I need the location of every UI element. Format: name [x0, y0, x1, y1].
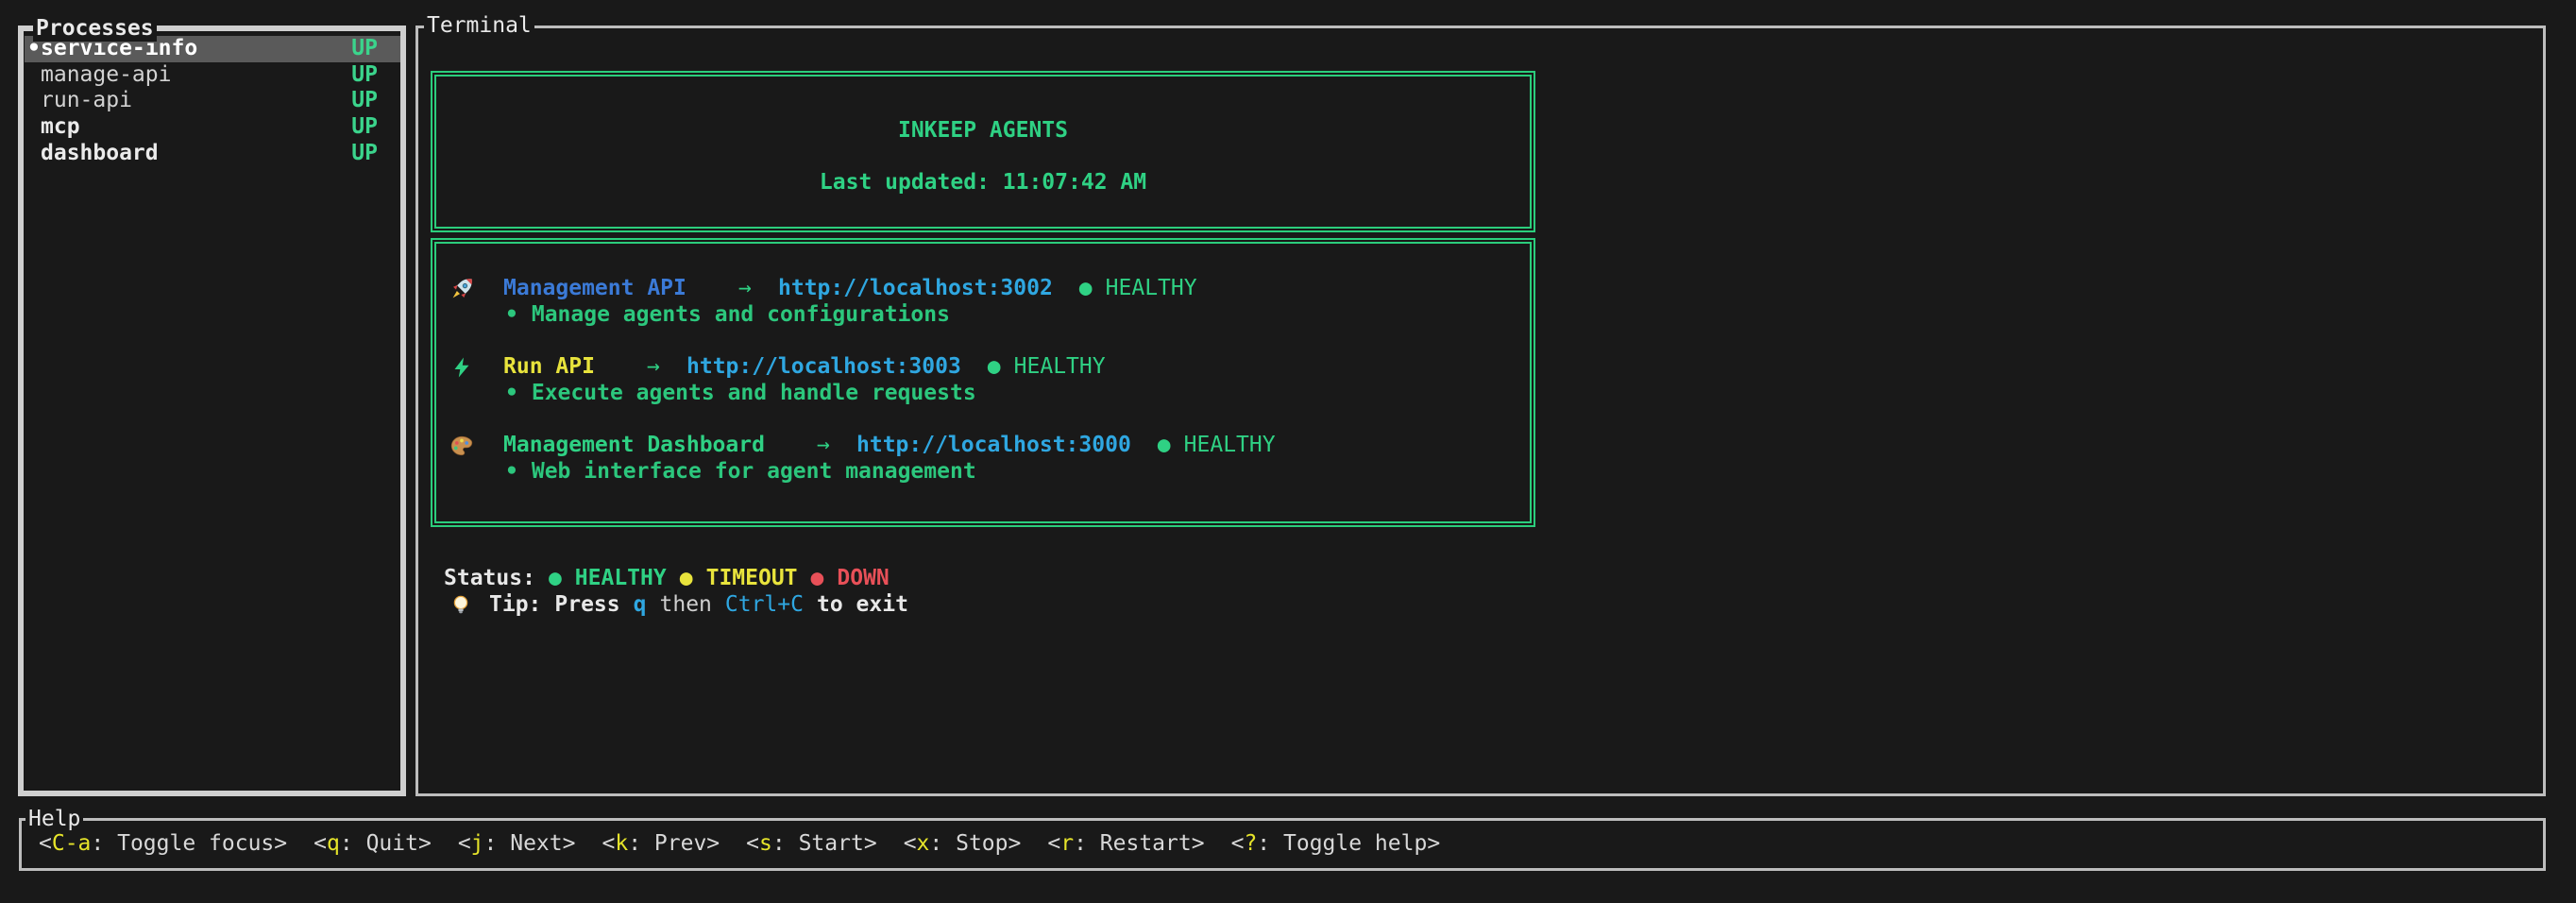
help-panel-title: Help	[25, 807, 83, 832]
legend-down-label: DOWN	[837, 566, 889, 592]
service-description-text: Web interface for agent management	[532, 459, 976, 486]
status-legend: Status: ● HEALTHY ● TIMEOUT ● DOWN	[444, 566, 890, 592]
service-row-management-dashboard: Management Dashboard → http://localhost:…	[436, 433, 1530, 459]
service-description-text: Manage agents and configurations	[532, 302, 950, 329]
tip-key-ctrl-c: Ctrl+C	[725, 592, 804, 619]
processes-panel-title: Processes	[33, 16, 157, 42]
shortcut-key: q	[327, 831, 340, 856]
shortcut-key: ?	[1244, 831, 1257, 856]
banner-box: INKEEP AGENTS Last updated: 11:07:42 AM	[431, 71, 1535, 232]
process-row-mcp[interactable]: mcp UP	[25, 114, 400, 141]
process-name: run-api	[41, 88, 351, 114]
banner-heading: INKEEP AGENTS	[436, 118, 1530, 145]
shortcut-prev: <k: Prev>	[602, 831, 720, 858]
bullet-icon: •	[505, 381, 518, 407]
bullet-icon: •	[505, 302, 518, 329]
process-name: dashboard	[41, 141, 351, 167]
service-description: • Manage agents and configurations	[436, 302, 1530, 329]
shortcut-key: r	[1060, 831, 1074, 856]
terminal-panel: Terminal INKEEP AGENTS Last updated: 11:…	[415, 26, 2546, 796]
tip-to-exit: to exit	[817, 592, 908, 619]
health-dot-icon: ●	[988, 354, 1001, 381]
timeout-dot-icon: ●	[680, 566, 693, 592]
rocket-icon	[449, 276, 475, 301]
zap-icon	[449, 356, 475, 379]
banner-last-updated: Last updated: 11:07:42 AM	[436, 170, 1530, 196]
service-url[interactable]: http://localhost:3003	[686, 354, 961, 381]
arrow-right-icon: →	[817, 433, 830, 459]
tip-then: then	[660, 592, 712, 619]
shortcut-toggle-help: <?: Toggle help>	[1231, 831, 1441, 858]
healthy-dot-icon: ●	[549, 566, 562, 592]
process-status-badge: UP	[351, 62, 378, 89]
service-name: Management Dashboard	[503, 433, 817, 459]
shortcut-key: s	[759, 831, 772, 856]
process-row-run-api[interactable]: run-api UP	[25, 88, 400, 114]
palette-icon	[449, 434, 475, 458]
service-health-status: HEALTHY	[1014, 354, 1106, 381]
service-description-text: Execute agents and handle requests	[532, 381, 976, 407]
terminal-panel-title: Terminal	[424, 13, 534, 39]
shortcut-key: C-a	[52, 831, 92, 856]
service-row-run-api: Run API → http://localhost:3003 ● HEALTH…	[436, 354, 1530, 381]
tip-key-q: q	[634, 592, 647, 619]
service-url[interactable]: http://localhost:3002	[778, 276, 1053, 302]
shortcut-key: x	[917, 831, 930, 856]
service-row-management-api: Management API → http://localhost:3002 ●…	[436, 276, 1530, 302]
service-health-status: HEALTHY	[1106, 276, 1197, 302]
process-list: • service-info UP manage-api UP run-api …	[24, 36, 400, 166]
arrow-right-icon: →	[647, 354, 660, 381]
legend-healthy-label: HEALTHY	[575, 566, 667, 592]
process-name: mcp	[41, 114, 351, 141]
health-dot-icon: ●	[1079, 276, 1093, 302]
service-description: • Web interface for agent management	[436, 459, 1530, 486]
process-status-badge: UP	[351, 36, 378, 62]
tip-line: Tip: Press q then Ctrl+C to exit	[444, 592, 922, 619]
tip-label: Tip:	[489, 592, 541, 619]
process-row-dashboard[interactable]: dashboard UP	[25, 141, 400, 167]
shortcut-stop: <x: Stop>	[904, 831, 1022, 858]
process-status-badge: UP	[351, 88, 378, 114]
shortcut-start: <s: Start>	[746, 831, 877, 858]
bullet-icon: •	[505, 459, 518, 486]
help-panel: Help <C-a: Toggle focus> <q: Quit> <j: N…	[19, 818, 2546, 871]
process-status-badge: UP	[351, 141, 378, 167]
shortcut-key: j	[471, 831, 484, 856]
health-dot-icon: ●	[1158, 433, 1171, 459]
process-status-badge: UP	[351, 114, 378, 141]
shortcut-toggle-focus: <C-a: Toggle focus>	[39, 831, 287, 858]
service-name: Run API	[503, 354, 647, 381]
service-description: • Execute agents and handle requests	[436, 381, 1530, 407]
terminal-screen: Processes • service-info UP manage-api U…	[0, 0, 2576, 903]
status-legend-label: Status:	[444, 566, 535, 592]
shortcut-restart: <r: Restart>	[1047, 831, 1204, 858]
processes-panel: Processes • service-info UP manage-api U…	[18, 26, 406, 796]
arrow-right-icon: →	[738, 276, 752, 302]
legend-timeout-label: TIMEOUT	[706, 566, 798, 592]
down-dot-icon: ●	[811, 566, 824, 592]
services-box: Management API → http://localhost:3002 ●…	[431, 238, 1535, 527]
process-row-manage-api[interactable]: manage-api UP	[25, 62, 400, 89]
service-url[interactable]: http://localhost:3000	[856, 433, 1131, 459]
shortcut-key: k	[615, 831, 628, 856]
help-shortcuts: <C-a: Toggle focus> <q: Quit> <j: Next> …	[22, 821, 2543, 858]
tip-press: Press	[554, 592, 619, 619]
lightbulb-icon	[449, 594, 472, 617]
shortcut-next: <j: Next>	[458, 831, 576, 858]
service-name: Management API	[503, 276, 738, 302]
shortcut-quit: <q: Quit>	[314, 831, 432, 858]
service-health-status: HEALTHY	[1184, 433, 1276, 459]
process-name: manage-api	[41, 62, 351, 89]
